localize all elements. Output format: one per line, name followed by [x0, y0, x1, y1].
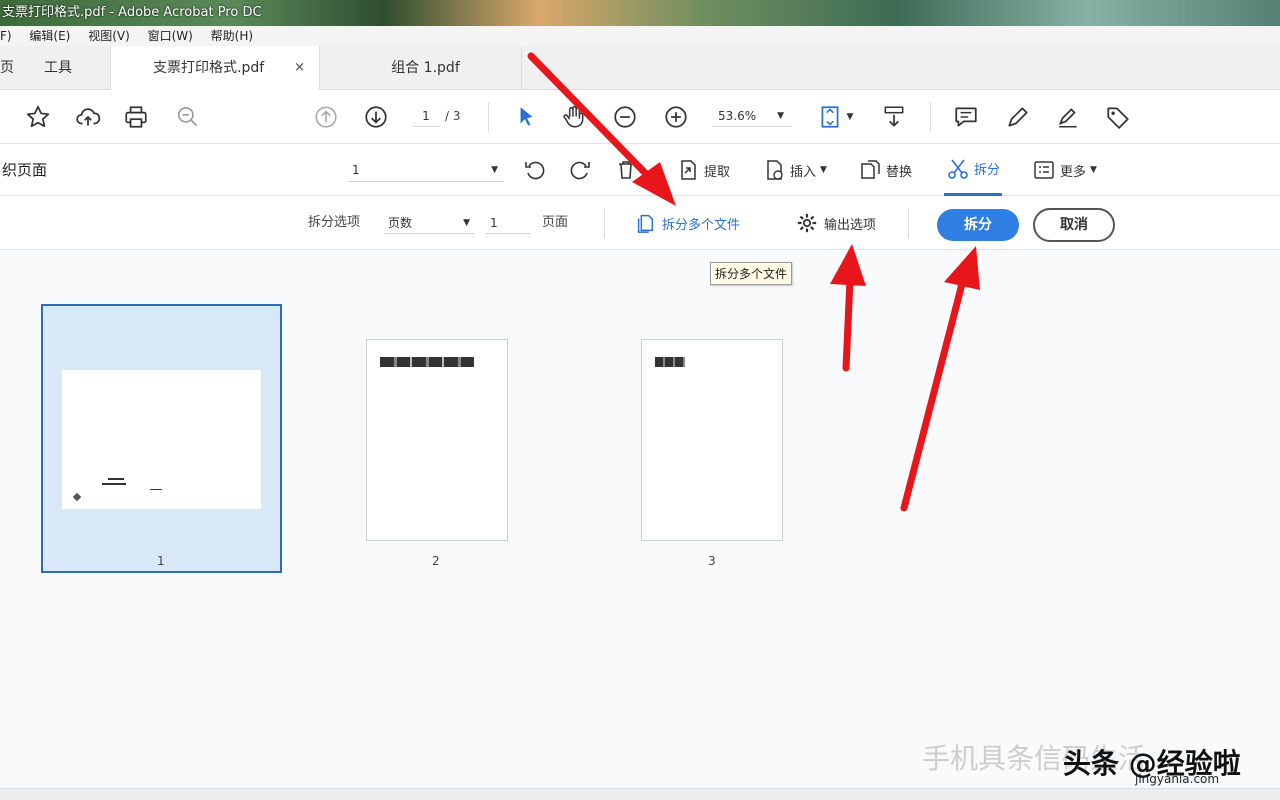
split-tool-label: 拆分 [974, 163, 1001, 178]
page-content-mark [72, 492, 82, 502]
comment-icon[interactable] [952, 103, 980, 131]
menu-bar: F) 编辑(E) 视图(V) 窗口(W) 帮助(H) [0, 26, 1280, 46]
organize-pages-bar: 织页面 1 ▼ 提取 插入 ▼ 替换 拆分 更多 ▼ [0, 144, 1280, 196]
page-content-mark [380, 357, 474, 367]
document-icon [637, 214, 654, 233]
select-cursor-icon[interactable] [512, 103, 540, 131]
zoom-level-value: 53.6% [718, 109, 757, 123]
split-tool-button[interactable]: 拆分 [944, 144, 1003, 196]
output-options-link[interactable]: 输出选项 [796, 196, 876, 250]
page-thumbnail-1[interactable] [61, 369, 262, 510]
extract-icon [681, 160, 696, 180]
page-thumbnail-2[interactable] [366, 339, 508, 541]
rotate-left-button[interactable] [523, 144, 551, 196]
tab-document-2[interactable]: 组合 1.pdf [330, 46, 522, 90]
cancel-button[interactable]: 取消 [1033, 208, 1115, 242]
menu-window[interactable]: 窗口(W) [148, 26, 193, 46]
scissors-icon [948, 159, 968, 179]
menu-edit[interactable]: 编辑(E) [29, 26, 70, 46]
rotate-right-button[interactable] [568, 144, 596, 196]
split-multiple-files-tooltip: 拆分多个文件 [710, 262, 793, 285]
delete-button[interactable] [614, 144, 642, 196]
split-mode-select[interactable]: 页数 ▼ [384, 212, 474, 234]
tab-tools[interactable]: 工具 [44, 46, 104, 90]
pen-icon[interactable] [1004, 103, 1032, 131]
chevron-down-icon: ▼ [463, 218, 470, 228]
extract-button[interactable]: 提取 [676, 144, 730, 196]
close-icon[interactable]: × [294, 46, 305, 90]
split-multiple-files-label: 拆分多个文件 [662, 217, 741, 233]
insert-button[interactable]: 插入 ▼ [762, 144, 827, 196]
hand-tool-icon[interactable] [560, 103, 588, 131]
fit-page-menu-icon[interactable]: ▼ [844, 103, 856, 131]
insert-label: 插入 [790, 164, 817, 180]
page-range-select[interactable]: 1 ▼ [348, 158, 504, 182]
tab-document-label: 支票打印格式.pdf [153, 60, 265, 76]
window-title-bar: 支票打印格式.pdf - Adobe Acrobat Pro DC [0, 0, 1280, 26]
fit-page-icon[interactable] [816, 103, 844, 131]
scroll-mode-icon[interactable] [880, 103, 908, 131]
zoom-level-select[interactable]: 53.6% ▼ [712, 105, 792, 127]
status-bar [0, 788, 1280, 800]
list-icon [1034, 161, 1054, 179]
zoom-out-search-icon[interactable] [174, 103, 202, 131]
watermark-url: jingyanla.com [1135, 772, 1220, 786]
organize-pages-title: 织页面 [2, 161, 48, 179]
replace-button[interactable]: 替换 [858, 144, 912, 196]
page-number-label: 3 [708, 554, 716, 568]
menu-file[interactable]: F) [0, 26, 12, 46]
chevron-down-icon: ▼ [1090, 165, 1097, 175]
split-multiple-files-link[interactable]: 拆分多个文件 [634, 196, 740, 250]
chevron-down-icon: ▼ [491, 165, 498, 175]
menu-help[interactable]: 帮助(H) [211, 26, 253, 46]
cloud-upload-icon[interactable] [74, 103, 102, 131]
zoom-in-icon[interactable] [662, 103, 690, 131]
extract-label: 提取 [704, 164, 731, 180]
main-toolbar: 1 / 3 53.6% ▼ ▼ [0, 90, 1280, 144]
page-total: / 3 [445, 109, 461, 123]
more-button[interactable]: 更多 ▼ [1032, 144, 1097, 196]
star-icon[interactable] [24, 103, 52, 131]
toolbar-divider [930, 102, 931, 132]
print-icon[interactable] [122, 103, 150, 131]
rotate-right-icon [570, 161, 590, 180]
tag-icon[interactable] [1104, 103, 1132, 131]
tab-document[interactable]: 支票打印格式.pdf × [110, 46, 320, 90]
split-mode-value: 页数 [388, 216, 413, 230]
output-options-label: 输出选项 [824, 217, 877, 233]
chevron-down-icon: ▼ [820, 165, 827, 175]
toolbar-divider [908, 208, 909, 238]
toolbar-divider [488, 102, 489, 132]
more-label: 更多 [1060, 164, 1087, 180]
split-button[interactable]: 拆分 [937, 209, 1019, 241]
tab-bar: 页 工具 支票打印格式.pdf × 组合 1.pdf [0, 46, 1280, 90]
toolbar-divider [604, 208, 605, 238]
window-title: 支票打印格式.pdf - Adobe Acrobat Pro DC [2, 5, 262, 20]
sign-icon[interactable] [1054, 103, 1082, 131]
page-number-label: 2 [432, 554, 440, 568]
replace-label: 替换 [886, 164, 913, 180]
page-range-value: 1 [352, 163, 360, 177]
rotate-left-icon [525, 161, 545, 180]
page-content-mark [108, 478, 124, 480]
trash-icon [619, 161, 633, 179]
page-content-mark [102, 483, 126, 485]
previous-page-icon[interactable] [312, 103, 340, 131]
insert-icon [767, 160, 783, 180]
page-content-mark [150, 489, 162, 490]
zoom-out-icon[interactable] [611, 103, 639, 131]
menu-view[interactable]: 视图(V) [88, 26, 130, 46]
split-unit-label: 页面 [542, 215, 569, 230]
page-number-label: 1 [157, 554, 165, 568]
tab-home[interactable]: 页 [0, 46, 18, 90]
next-page-icon[interactable] [362, 103, 390, 131]
page-content-mark [655, 357, 685, 367]
page-thumbnail-3[interactable] [641, 339, 783, 541]
chevron-down-icon: ▼ [777, 111, 784, 121]
split-count-input[interactable]: 1 [486, 212, 530, 234]
split-options-label: 拆分选项 [308, 215, 361, 230]
gear-icon [797, 213, 817, 233]
page-number-input[interactable]: 1 [412, 105, 440, 127]
replace-icon [861, 160, 880, 179]
